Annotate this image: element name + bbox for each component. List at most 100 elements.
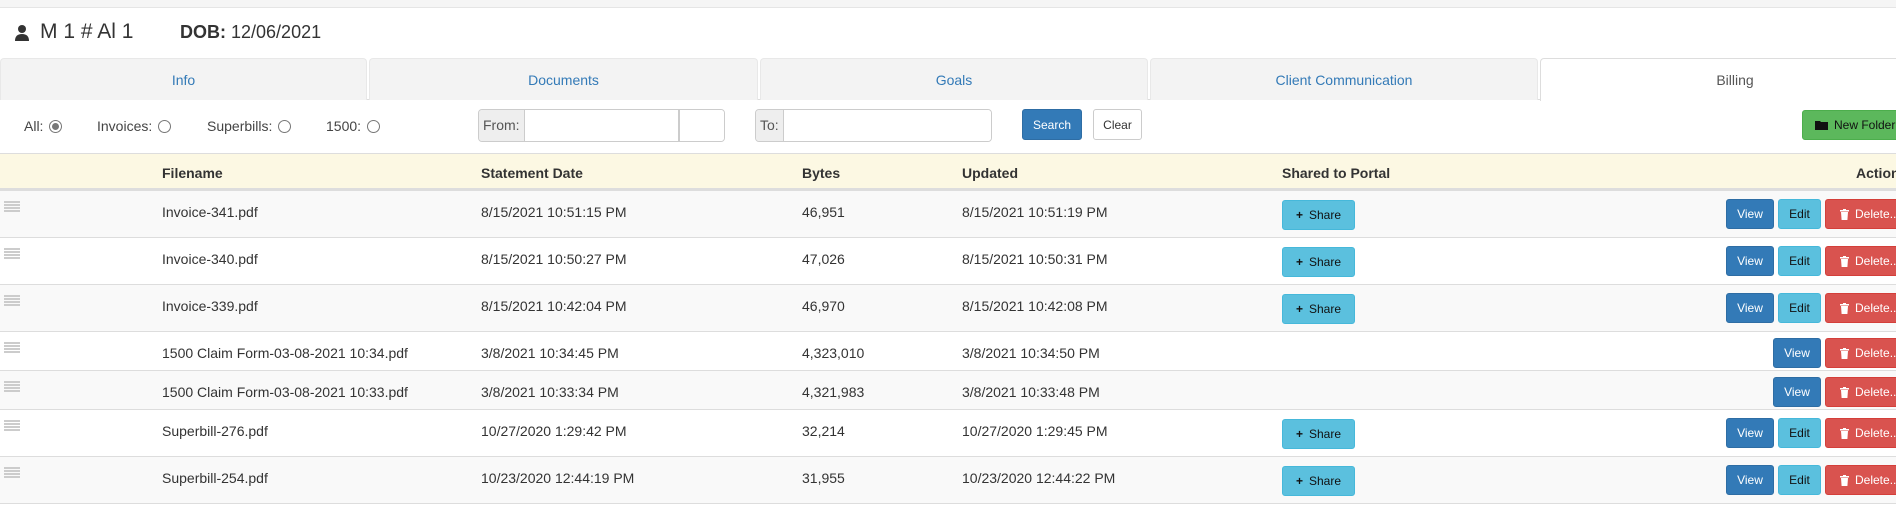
share-button[interactable]: + Share (1282, 466, 1355, 496)
updated: 10/27/2020 1:29:45 PM (962, 423, 1108, 439)
share-button[interactable]: + Share (1282, 200, 1355, 230)
dob-label: DOB: (180, 22, 226, 42)
drag-handle-icon[interactable] (4, 248, 20, 260)
statement-date: 3/8/2021 10:34:45 PM (481, 345, 619, 361)
col-bytes[interactable]: Bytes (802, 165, 840, 181)
filename: Invoice-339.pdf (162, 298, 258, 314)
drag-handle-icon[interactable] (4, 381, 20, 393)
filter-superbills[interactable]: Superbills: (207, 118, 292, 134)
share-button[interactable]: + Share (1282, 247, 1355, 277)
trash-icon (1840, 302, 1849, 314)
edit-button[interactable]: Edit (1778, 418, 1821, 448)
radio-all[interactable] (49, 119, 63, 133)
col-updated[interactable]: Updated (962, 165, 1018, 181)
client-name: M 1 # Al 1 (14, 20, 133, 44)
table-row: 1500 Claim Form-03-08-2021 10:34.pdf 3/8/… (0, 332, 1896, 371)
filter-all[interactable]: All: (24, 118, 63, 134)
radio-invoices[interactable] (158, 119, 172, 133)
view-button[interactable]: View (1773, 338, 1821, 368)
statement-date: 8/15/2021 10:42:04 PM (481, 298, 627, 314)
drag-handle-icon[interactable] (4, 201, 20, 213)
col-shared-to-portal[interactable]: Shared to Portal (1282, 165, 1390, 181)
view-button[interactable]: View (1726, 418, 1774, 448)
trash-icon (1840, 427, 1849, 439)
trash-icon (1840, 474, 1849, 486)
col-statement-date[interactable]: Statement Date (481, 165, 583, 181)
view-button[interactable]: View (1726, 465, 1774, 495)
delete-button[interactable]: Delete... (1825, 465, 1896, 495)
tab-billing[interactable]: Billing (1540, 58, 1896, 101)
drag-handle-icon[interactable] (4, 467, 20, 479)
search-button[interactable]: Search (1022, 109, 1082, 140)
client-name-text: M 1 # Al 1 (40, 20, 134, 43)
view-button[interactable]: View (1773, 377, 1821, 407)
view-button[interactable]: View (1726, 246, 1774, 276)
delete-button[interactable]: Delete... (1825, 246, 1896, 276)
edit-button[interactable]: Edit (1778, 199, 1821, 229)
updated: 3/8/2021 10:33:48 PM (962, 384, 1100, 400)
share-label: Share (1308, 427, 1342, 441)
trash-icon (1840, 208, 1849, 220)
tab-info[interactable]: Info (0, 58, 367, 100)
plus-icon: + (1295, 302, 1303, 316)
edit-button[interactable]: Edit (1778, 465, 1821, 495)
dob: DOB: 12/06/2021 (180, 22, 321, 43)
tab-documents[interactable]: Documents (369, 58, 758, 100)
view-button[interactable]: View (1726, 293, 1774, 323)
filter-invoices-label: Invoices: (97, 118, 153, 134)
trash-icon (1840, 347, 1849, 359)
from-date-input[interactable] (524, 110, 724, 141)
radio-1500[interactable] (367, 119, 381, 133)
share-label: Share (1308, 208, 1342, 222)
col-action: Action (1856, 165, 1896, 181)
statement-date: 8/15/2021 10:51:15 PM (481, 204, 627, 220)
edit-button[interactable]: Edit (1778, 293, 1821, 323)
user-icon (15, 24, 29, 41)
clear-button[interactable]: Clear (1093, 109, 1142, 140)
table-row: 1500 Claim Form-03-08-2021 10:33.pdf 3/8/… (0, 371, 1896, 410)
statement-date: 3/8/2021 10:33:34 PM (481, 384, 619, 400)
delete-label: Delete... (1855, 385, 1896, 399)
view-button[interactable]: View (1726, 199, 1774, 229)
drag-handle-icon[interactable] (4, 295, 20, 307)
filename: Invoice-341.pdf (162, 204, 258, 220)
updated: 8/15/2021 10:42:08 PM (962, 298, 1108, 314)
trash-icon (1840, 255, 1849, 267)
filename: Invoice-340.pdf (162, 251, 258, 267)
delete-button[interactable]: Delete... (1825, 418, 1896, 448)
table-header: Filename Statement Date Bytes Updated Sh… (0, 153, 1896, 191)
col-filename[interactable]: Filename (162, 165, 223, 181)
radio-superbills[interactable] (278, 119, 292, 133)
drag-handle-icon[interactable] (4, 342, 20, 354)
table-row: Superbill-254.pdf 10/23/2020 12:44:19 PM 3… (0, 457, 1896, 504)
bytes: 46,951 (802, 204, 845, 220)
from-label: From: (479, 110, 525, 141)
delete-button[interactable]: Delete... (1825, 338, 1896, 368)
plus-icon: + (1295, 208, 1303, 222)
to-date-input[interactable] (783, 110, 991, 141)
share-button[interactable]: + Share (1282, 419, 1355, 449)
filter-all-label: All: (24, 118, 44, 134)
drag-handle-icon[interactable] (4, 420, 20, 432)
from-date-group: From: (478, 109, 725, 142)
delete-label: Delete... (1855, 254, 1896, 268)
tab-goals[interactable]: Goals (760, 58, 1148, 100)
updated: 8/15/2021 10:51:19 PM (962, 204, 1108, 220)
bytes: 4,321,983 (802, 384, 865, 400)
delete-button[interactable]: Delete... (1825, 293, 1896, 323)
new-folder-button[interactable]: New Folder (1802, 110, 1896, 140)
delete-button[interactable]: Delete... (1825, 377, 1896, 407)
tab-client-communication[interactable]: Client Communication (1150, 58, 1538, 100)
delete-label: Delete... (1855, 473, 1896, 487)
trash-icon (1840, 386, 1849, 398)
filter-invoices[interactable]: Invoices: (97, 118, 172, 134)
share-button[interactable]: + Share (1282, 294, 1355, 324)
table-row: Invoice-339.pdf 8/15/2021 10:42:04 PM 46,9… (0, 285, 1896, 332)
table-row: Superbill-276.pdf 10/27/2020 1:29:42 PM 32… (0, 410, 1896, 457)
delete-label: Delete... (1855, 346, 1896, 360)
tab-bar: Info Documents Goals Client Communicatio… (0, 58, 1896, 101)
bytes: 4,323,010 (802, 345, 865, 361)
edit-button[interactable]: Edit (1778, 246, 1821, 276)
delete-button[interactable]: Delete... (1825, 199, 1896, 229)
filter-1500[interactable]: 1500: (326, 118, 381, 134)
